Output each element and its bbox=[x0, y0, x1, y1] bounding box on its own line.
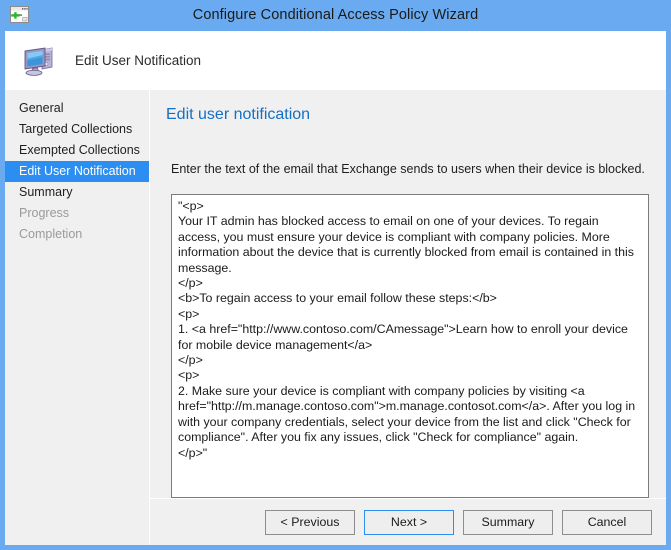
sidebar-item-exempted-collections[interactable]: Exempted Collections bbox=[5, 140, 149, 161]
sidebar-item-summary[interactable]: Summary bbox=[5, 182, 149, 203]
title-bar: Configure Conditional Access Policy Wiza… bbox=[5, 0, 666, 31]
instruction-text: Enter the text of the email that Exchang… bbox=[171, 162, 650, 176]
sidebar-item-completion: Completion bbox=[5, 224, 149, 245]
page-header: Edit User Notification bbox=[5, 31, 666, 90]
next-button[interactable]: Next > bbox=[364, 510, 454, 535]
main-pane: Edit user notification Enter the text of… bbox=[150, 90, 666, 545]
main-content: Edit user notification Enter the text of… bbox=[150, 90, 666, 498]
notification-text-input[interactable] bbox=[171, 194, 649, 498]
wizard-window: Configure Conditional Access Policy Wiza… bbox=[0, 0, 671, 550]
wizard-steps-sidebar: General Targeted Collections Exempted Co… bbox=[5, 90, 150, 545]
window-body: General Targeted Collections Exempted Co… bbox=[5, 90, 666, 545]
wizard-window-icon bbox=[10, 6, 29, 23]
sidebar-item-targeted-collections[interactable]: Targeted Collections bbox=[5, 119, 149, 140]
button-bar: < Previous Next > Summary Cancel bbox=[150, 498, 666, 545]
previous-button[interactable]: < Previous bbox=[265, 510, 355, 535]
page-title: Edit user notification bbox=[166, 106, 650, 124]
sidebar-item-general[interactable]: General bbox=[5, 98, 149, 119]
summary-button[interactable]: Summary bbox=[463, 510, 553, 535]
computer-monitor-icon bbox=[21, 41, 59, 79]
cancel-button[interactable]: Cancel bbox=[562, 510, 652, 535]
header-title: Edit User Notification bbox=[75, 53, 201, 68]
window-title: Configure Conditional Access Policy Wiza… bbox=[5, 0, 666, 31]
sidebar-item-progress: Progress bbox=[5, 203, 149, 224]
sidebar-item-edit-user-notification[interactable]: Edit User Notification bbox=[5, 161, 149, 182]
